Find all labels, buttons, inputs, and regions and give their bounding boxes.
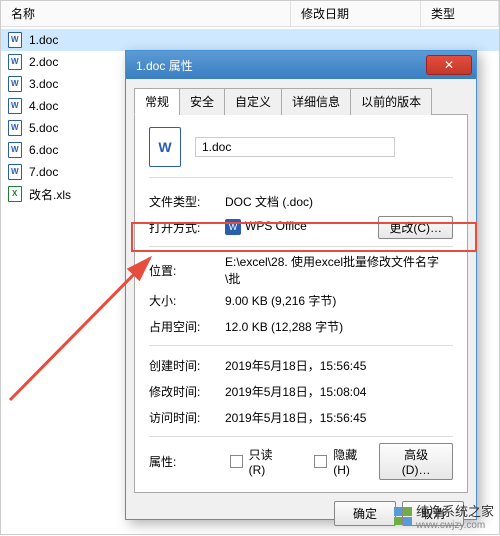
created-value: 2019年5月18日，15:56:45 [225,357,453,374]
file-name: 4.doc [29,99,58,113]
change-button[interactable]: 更改(C)… [378,216,453,239]
file-type-icon: W [149,127,181,167]
properties-dialog: 1.doc 属性 ✕ 常规 安全 自定义 详细信息 以前的版本 W 1.doc … [125,50,477,520]
size-on-disk-value: 12.0 KB (12,288 字节) [225,318,453,335]
tab-strip: 常规 安全 自定义 详细信息 以前的版本 [134,87,468,115]
tab-details[interactable]: 详细信息 [281,88,351,115]
word-file-icon [7,54,23,70]
accessed-value: 2019年5月18日，15:56:45 [225,409,453,426]
file-row[interactable]: 1.doc [1,29,499,51]
column-type[interactable]: 类型 [421,1,499,26]
location-value: E:\excel\28. 使用excel批量修改文件名字\批 [225,253,453,287]
close-icon: ✕ [444,58,454,72]
close-button[interactable]: ✕ [426,55,472,75]
tab-security[interactable]: 安全 [179,88,225,115]
filetype-value: DOC 文档 (.doc) [225,193,453,210]
tab-general[interactable]: 常规 [134,88,180,115]
ok-button[interactable]: 确定 [334,501,396,526]
word-file-icon [7,164,23,180]
file-name: 7.doc [29,165,58,179]
word-file-icon [7,120,23,136]
dialog-title: 1.doc 属性 [136,57,426,74]
size-on-disk-label: 占用空间: [149,318,225,335]
file-name: 5.doc [29,121,58,135]
size-value: 9.00 KB (9,216 字节) [225,292,453,309]
hidden-label: 隐藏(H) [333,446,373,477]
wps-icon: W [225,219,241,235]
file-name: 1.doc [29,33,58,47]
column-name[interactable]: 名称 [1,1,291,26]
modified-value: 2019年5月18日，15:08:04 [225,383,453,400]
watermark-logo-icon [394,507,412,525]
word-file-icon [7,32,23,48]
attributes-label: 属性: [149,453,224,470]
titlebar[interactable]: 1.doc 属性 ✕ [126,51,476,79]
openwith-value: WWPS Office [225,219,378,235]
file-name: 改名.xls [29,186,71,203]
excel-file-icon [7,186,23,202]
explorer-columns: 名称 修改日期 类型 [1,1,499,27]
word-file-icon [7,142,23,158]
size-label: 大小: [149,292,225,309]
modified-label: 修改时间: [149,383,225,400]
readonly-checkbox[interactable] [230,455,243,468]
file-name: 3.doc [29,77,58,91]
watermark: 纯净系统之家 www.cwjzy.com [394,501,494,531]
file-name: 6.doc [29,143,58,157]
tab-custom[interactable]: 自定义 [224,88,282,115]
filetype-label: 文件类型: [149,193,225,210]
accessed-label: 访问时间: [149,409,225,426]
hidden-checkbox[interactable] [314,455,327,468]
advanced-button[interactable]: 高级(D)… [379,443,453,480]
word-file-icon [7,76,23,92]
location-label: 位置: [149,262,225,279]
readonly-label: 只读(R) [249,446,289,477]
filename-input[interactable]: 1.doc [195,137,395,157]
openwith-label: 打开方式: [149,219,225,236]
column-date[interactable]: 修改日期 [291,1,421,26]
watermark-brand: 纯净系统之家 [416,504,494,519]
tab-previous-versions[interactable]: 以前的版本 [350,88,432,115]
tab-content-general: W 1.doc 文件类型: DOC 文档 (.doc) 打开方式: WWPS O… [134,115,468,493]
created-label: 创建时间: [149,357,225,374]
word-file-icon [7,98,23,114]
file-name: 2.doc [29,55,58,69]
watermark-url: www.cwjzy.com [416,520,494,531]
